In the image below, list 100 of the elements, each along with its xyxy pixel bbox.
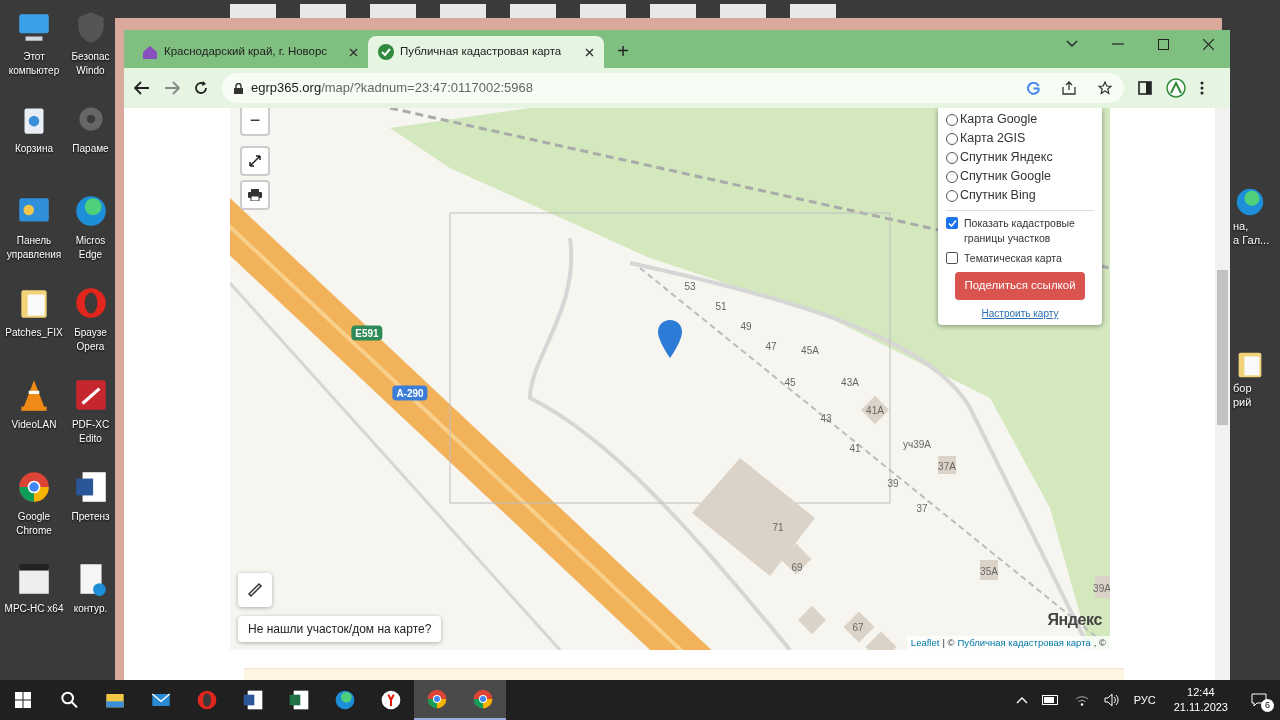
checkbox[interactable] [946, 252, 958, 264]
checkbox[interactable] [946, 217, 958, 229]
profile-avatar-icon[interactable] [1166, 78, 1186, 98]
desktop-icon-label[interactable]: Параме [72, 142, 109, 156]
house-number: 39 [887, 476, 899, 491]
edge-icon [333, 688, 357, 712]
desktop-icon-label[interactable]: Micros Edge [75, 234, 106, 262]
layer-option[interactable]: Спутник Bing [946, 186, 1094, 205]
share-icon[interactable] [1062, 81, 1076, 95]
desktop-icon-label[interactable]: Корзина [14, 142, 54, 156]
speaker-icon[interactable] [1103, 693, 1120, 707]
desktop-icon-label[interactable]: Претенз [71, 510, 110, 524]
more-menu-icon[interactable] [1200, 81, 1204, 95]
ruler-icon [247, 582, 263, 598]
house-number: 39А [1093, 581, 1110, 596]
check-icon [378, 44, 394, 60]
house-number: 51 [715, 299, 727, 314]
desktop-icon-label[interactable]: Браузе Opera [74, 326, 107, 354]
source-link[interactable]: Публичная кадастровая карта [957, 635, 1091, 650]
fullscreen-button[interactable] [240, 146, 270, 176]
house-number: 41А [866, 403, 884, 418]
browser-tab[interactable]: Публичная кадастровая карта [368, 36, 604, 68]
close-icon[interactable] [1203, 38, 1214, 50]
road-sign: E591 [351, 325, 383, 341]
map-logo: Яндекс [1047, 610, 1102, 630]
reload-icon[interactable] [194, 81, 208, 95]
zoom-out-button[interactable]: − [240, 108, 270, 136]
layer-option[interactable]: Спутник Яндекс [946, 148, 1094, 167]
star-icon[interactable] [1098, 81, 1112, 95]
address-bar[interactable]: egrp365.org/map/?kadnum=23:47:0117002:5968 [222, 73, 1124, 103]
opera-icon [195, 688, 219, 712]
desktop-icon-label[interactable]: контур. [73, 602, 108, 616]
lock-icon [234, 82, 243, 94]
layer-option[interactable]: Карта Google [946, 110, 1094, 129]
google-g-icon[interactable] [1027, 81, 1040, 95]
house-number: 37 [916, 501, 928, 516]
windows-logo-icon [15, 692, 31, 708]
share-link-button[interactable]: Поделиться ссылкой [955, 272, 1085, 300]
layer-option[interactable]: Спутник Google [946, 167, 1094, 186]
attribution-text: , © [1093, 635, 1106, 650]
desktop-icon-label[interactable]: MPC-HC x64 [4, 602, 64, 616]
desktop-icon-label[interactable]: Patches_FIX [5, 326, 63, 340]
notification-icon[interactable] [1251, 693, 1267, 707]
layer-option[interactable]: Карта 2GIS [946, 129, 1094, 148]
close-icon[interactable] [585, 47, 594, 57]
tab-title: Краснодарский край, г. Новорс [164, 44, 329, 60]
expand-icon [249, 155, 261, 167]
new-tab-button[interactable]: + [610, 38, 636, 64]
desktop-icon-label[interactable]: Панель управления [6, 234, 62, 262]
desktop-icon-label[interactable]: бор рий [1233, 381, 1252, 409]
house-number: 47 [765, 339, 777, 354]
house-number: 43 [820, 411, 832, 426]
language-indicator[interactable]: РУС [1133, 691, 1156, 709]
url-text: egrp365.org/map/?kadnum=23:47:0117002:5968 [251, 79, 534, 98]
house-number: 53 [684, 279, 696, 294]
desktop-icon-label[interactable]: Этот компьютер [8, 50, 60, 78]
not-found-button[interactable]: Не нашли участок/дом на карте? [238, 616, 442, 642]
browser-tab[interactable]: Краснодарский край, г. Новорс [132, 36, 368, 68]
clock[interactable]: 12:44 21.11.2023 [1169, 685, 1232, 715]
back-arrow-icon[interactable] [134, 81, 150, 95]
house-icon [142, 44, 158, 60]
maximize-icon[interactable] [1158, 38, 1169, 50]
chevron-up-icon[interactable] [1015, 696, 1028, 704]
road-sign: A-290 [392, 385, 428, 401]
house-number: уч39А [903, 437, 931, 452]
house-number: 43А [841, 375, 859, 390]
overlay-option[interactable]: Показать кадастровые границы участков [946, 216, 1094, 246]
house-number: 41 [849, 441, 861, 456]
desktop-icon-label[interactable]: PDF-XC Edito [71, 418, 110, 446]
desktop-icon-label[interactable]: на, а Гал... [1233, 219, 1270, 247]
map-marker-icon[interactable] [658, 320, 682, 358]
chrome-icon [425, 687, 449, 711]
settings-link[interactable]: Настроить карту [946, 306, 1094, 321]
overlay-option[interactable]: Тематическая карта [946, 251, 1094, 266]
house-number: 35А [980, 564, 998, 579]
forward-arrow-icon[interactable] [164, 81, 180, 95]
scrollbar[interactable] [1215, 108, 1230, 680]
yandex-icon [379, 688, 403, 712]
side-panel-icon[interactable] [1138, 81, 1152, 95]
ruler-button[interactable] [238, 573, 272, 607]
chevron-down-icon[interactable] [1066, 40, 1078, 48]
clock-time: 12:44 [1187, 685, 1215, 700]
close-icon[interactable] [349, 47, 358, 57]
house-number: 49 [740, 319, 752, 334]
house-number: 37А [938, 459, 956, 474]
wifi-icon[interactable] [1073, 694, 1090, 706]
house-number: 67 [852, 620, 864, 635]
tab-title: Публичная кадастровая карта [400, 44, 563, 60]
print-button[interactable] [240, 180, 270, 210]
attribution-separator: | © [942, 635, 955, 650]
battery-icon[interactable] [1041, 695, 1060, 705]
house-number: 71 [772, 520, 784, 535]
house-number: 45 [784, 375, 796, 390]
printer-icon [248, 189, 262, 201]
leaflet-link[interactable]: Leaflet [910, 635, 940, 650]
desktop-icon-label[interactable]: VideoLAN [11, 418, 57, 432]
desktop-icon-label[interactable]: Безопас Windo [71, 50, 110, 78]
clock-date: 21.11.2023 [1173, 700, 1228, 715]
house-number: 69 [791, 560, 803, 575]
desktop-icon-label[interactable]: Google Chrome [16, 510, 52, 538]
